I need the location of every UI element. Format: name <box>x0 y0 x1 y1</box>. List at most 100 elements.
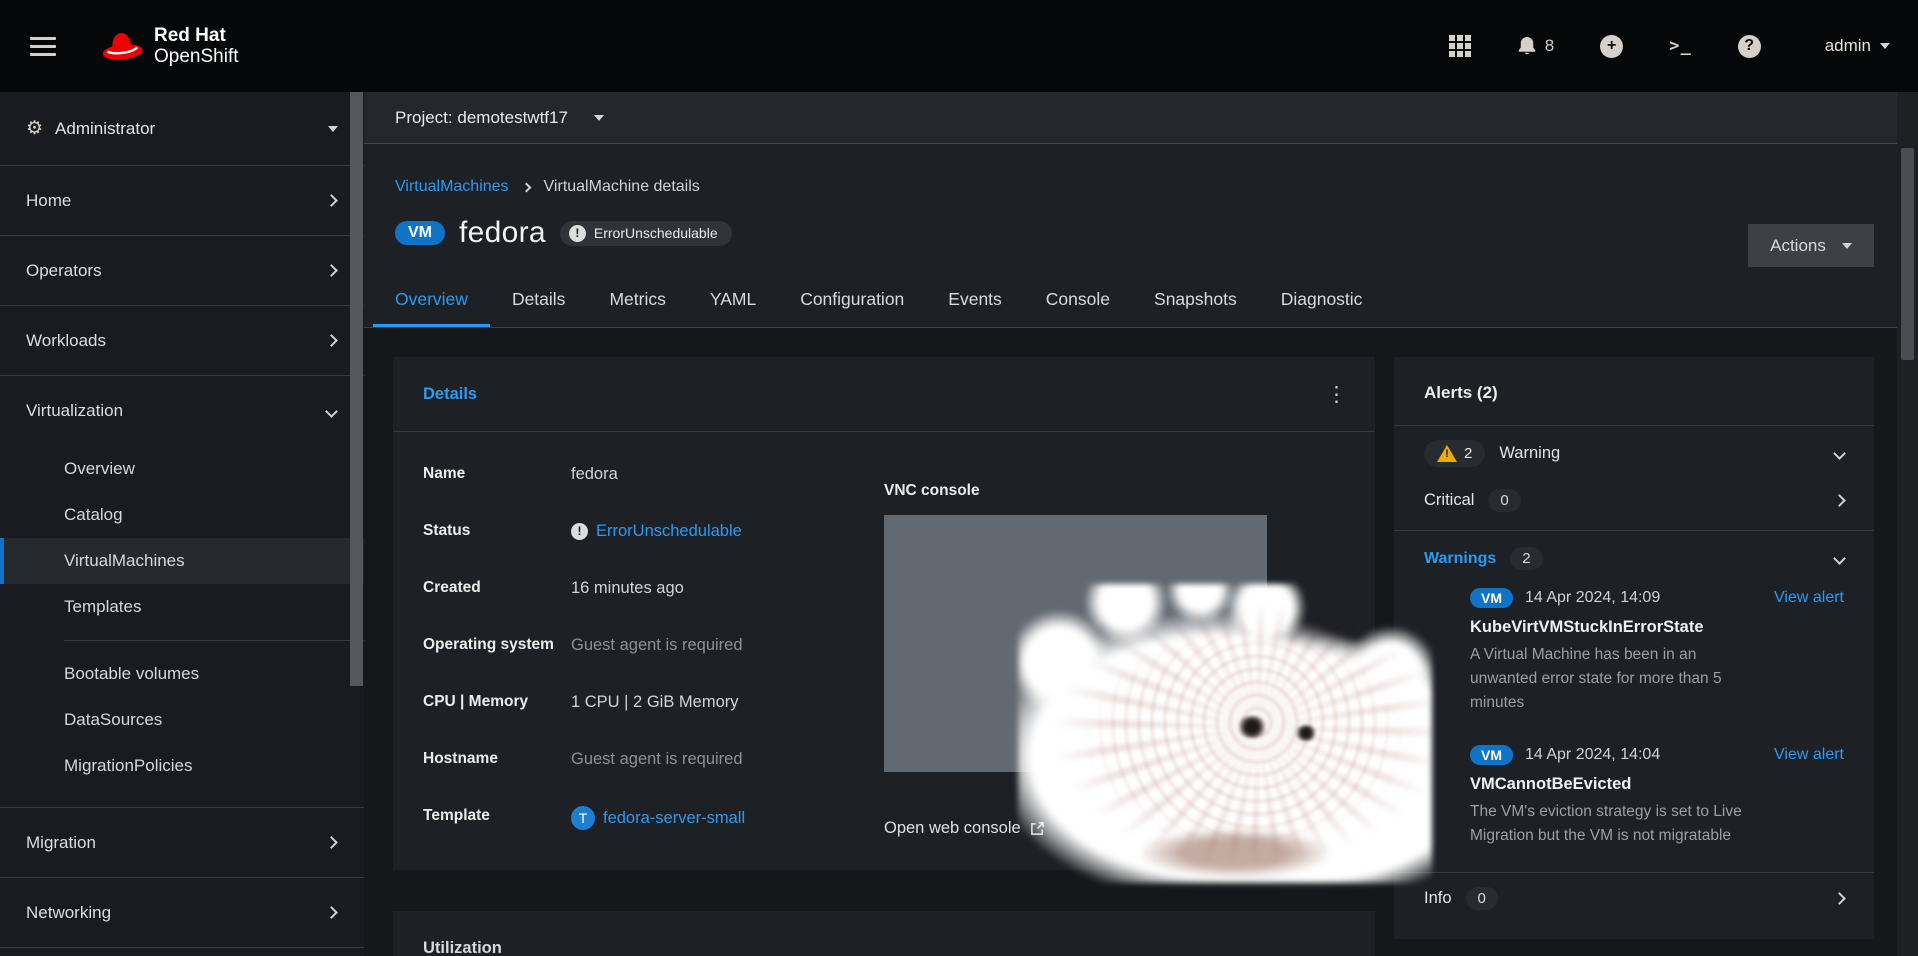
detail-row-name: Name fedora <box>423 464 1375 484</box>
nav-toggle-icon[interactable] <box>30 37 56 56</box>
masthead: Red Hat OpenShift 8 + >_ ? admin <box>0 0 1918 92</box>
brand-text: Red Hat OpenShift <box>154 25 239 67</box>
info-label: Info <box>1424 889 1452 908</box>
detail-label: Status <box>423 521 571 541</box>
sidebar-item-label: DataSources <box>64 710 162 730</box>
user-menu[interactable]: admin <box>1825 36 1890 56</box>
kebab-menu-icon[interactable]: ⋮ <box>1326 388 1347 402</box>
perspective-label: Administrator <box>55 119 155 139</box>
detail-value: Guest agent is required <box>571 635 743 655</box>
tab-yaml[interactable]: YAML <box>688 276 778 327</box>
alert-title: VMCannotBeEvicted <box>1470 775 1844 794</box>
detail-value: Guest agent is required <box>571 749 743 769</box>
alert-timestamp: 14 Apr 2024, 14:04 <box>1525 746 1660 764</box>
tab-events[interactable]: Events <box>926 276 1024 327</box>
tab-metrics[interactable]: Metrics <box>587 276 687 327</box>
chevron-down-icon <box>1833 447 1846 460</box>
web-terminal-icon[interactable]: >_ <box>1669 36 1691 56</box>
detail-label: CPU | Memory <box>423 692 571 712</box>
warning-triangle-icon: ! <box>1437 445 1457 462</box>
sidebar-item-label: Catalog <box>64 505 123 525</box>
sidebar-item-home[interactable]: Home <box>0 166 364 236</box>
detail-label: Template <box>423 806 571 830</box>
page-scrollbar[interactable] <box>1897 92 1918 956</box>
quick-create-icon[interactable]: + <box>1600 35 1623 58</box>
help-icon[interactable]: ? <box>1738 35 1761 58</box>
perspective-switcher[interactable]: ⚙ Administrator <box>0 92 364 166</box>
main-content: Project: demotestwtf17 VirtualMachines V… <box>364 92 1918 956</box>
tab-console[interactable]: Console <box>1024 276 1132 327</box>
sidebar-item-label: VirtualMachines <box>64 551 185 571</box>
view-alert-link[interactable]: View alert <box>1774 589 1844 607</box>
page-scrollbar-thumb[interactable] <box>1901 148 1914 360</box>
sidebar-item-label: Templates <box>64 597 141 617</box>
exclamation-circle-icon: ! <box>571 523 588 540</box>
detail-value: 16 minutes ago <box>571 578 684 598</box>
alerts-warnings-group-row[interactable]: Warnings 2 <box>1394 531 1874 572</box>
sidebar-item-migrationpolicies[interactable]: MigrationPolicies <box>0 743 364 789</box>
detail-label: Name <box>423 464 571 484</box>
critical-count: 0 <box>1488 489 1520 512</box>
detail-value: 1 CPU | 2 GiB Memory <box>571 692 739 712</box>
status-link[interactable]: ErrorUnschedulable <box>596 521 742 541</box>
openshift-console: Red Hat OpenShift 8 + >_ ? admin <box>0 0 1918 956</box>
vm-kind-badge: VM <box>395 221 445 245</box>
sidebar-item-label: Bootable volumes <box>64 664 199 684</box>
sidebar-item-virtualization[interactable]: Virtualization <box>0 376 364 446</box>
alert-title: KubeVirtVMStuckInErrorState <box>1470 618 1844 637</box>
breadcrumb: VirtualMachines VirtualMachine details <box>364 144 1918 196</box>
chevron-right-icon <box>521 182 531 192</box>
utilization-card: Utilization <box>393 911 1375 956</box>
sidebar-item-catalog[interactable]: Catalog <box>0 492 364 538</box>
sidebar-item-migration[interactable]: Migration <box>0 808 364 878</box>
chevron-down-icon <box>594 115 604 121</box>
template-link[interactable]: fedora-server-small <box>603 808 745 828</box>
exclamation-circle-icon: ! <box>569 225 586 242</box>
tab-configuration[interactable]: Configuration <box>778 276 926 327</box>
project-selector[interactable]: Project: demotestwtf17 <box>364 92 1918 144</box>
sidebar-item-virtualmachines[interactable]: VirtualMachines <box>0 538 364 584</box>
sidebar-item-label: Home <box>26 191 71 211</box>
sidebar-item-operators[interactable]: Operators <box>0 236 364 306</box>
warning-label: Warning <box>1499 444 1560 463</box>
open-web-console-link[interactable]: Open web console <box>884 819 1045 838</box>
sidebar-item-templates[interactable]: Templates <box>0 584 364 630</box>
brand-line2: OpenShift <box>154 46 239 67</box>
alert-description: The VM's eviction strategy is set to Liv… <box>1470 800 1755 848</box>
details-card-title[interactable]: Details <box>423 385 477 404</box>
tab-diagnostic[interactable]: Diagnostic <box>1259 276 1385 327</box>
tab-overview[interactable]: Overview <box>373 276 490 327</box>
chevron-right-icon <box>325 264 338 277</box>
chevron-down-icon <box>1880 43 1890 49</box>
page-header: VirtualMachines VirtualMachine details V… <box>364 144 1918 328</box>
tab-details[interactable]: Details <box>490 276 588 327</box>
tab-bar: Overview Details Metrics YAML Configurat… <box>364 276 1918 327</box>
sidebar-item-bootable-volumes[interactable]: Bootable volumes <box>0 651 364 697</box>
vm-kind-badge: VM <box>1470 588 1513 608</box>
alerts-info-row[interactable]: Info 0 <box>1394 873 1874 910</box>
actions-button[interactable]: Actions <box>1748 224 1874 267</box>
app-launcher-icon[interactable] <box>1449 35 1471 57</box>
sidebar-group-virtualization: Virtualization Overview Catalog VirtualM… <box>0 376 364 808</box>
chevron-right-icon <box>325 194 338 207</box>
open-web-console-label: Open web console <box>884 819 1021 838</box>
warning-count: 2 <box>1464 445 1472 462</box>
sidebar-item-workloads[interactable]: Workloads <box>0 306 364 376</box>
view-alert-link[interactable]: View alert <box>1774 746 1844 764</box>
tab-snapshots[interactable]: Snapshots <box>1132 276 1259 327</box>
sidebar-item-label: Operators <box>26 261 102 281</box>
external-link-icon <box>1030 821 1045 836</box>
sidebar-scrollbar[interactable] <box>350 92 363 686</box>
alerts-card: Alerts (2) ! 2 Warning Critical 0 Warnin… <box>1394 357 1874 939</box>
sidebar-item-virt-overview[interactable]: Overview <box>0 446 364 492</box>
sidebar-item-datasources[interactable]: DataSources <box>0 697 364 743</box>
sidebar-item-networking[interactable]: Networking <box>0 878 364 948</box>
notifications-control[interactable]: 8 <box>1517 36 1554 56</box>
detail-label: Hostname <box>423 749 571 769</box>
details-card: Details ⋮ Name fedora Status ! ErrorUnsc… <box>393 357 1375 870</box>
breadcrumb-link-virtualmachines[interactable]: VirtualMachines <box>395 178 509 196</box>
sidebar-item-label: MigrationPolicies <box>64 756 193 776</box>
alerts-warning-summary-row[interactable]: ! 2 Warning <box>1394 426 1874 467</box>
alerts-critical-row[interactable]: Critical 0 <box>1394 467 1874 531</box>
bang-glyph: ! <box>1437 448 1457 460</box>
